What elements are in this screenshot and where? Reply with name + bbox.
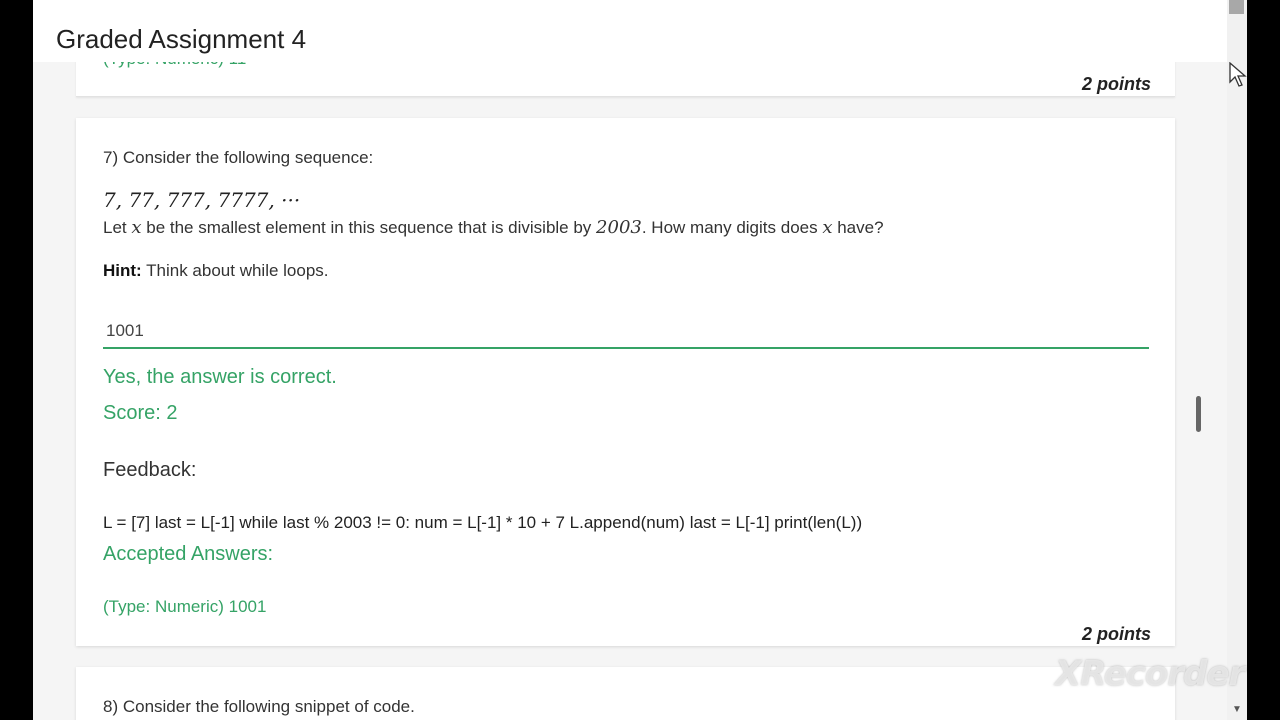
hint-label: Hint: — [103, 261, 142, 280]
left-letterbox — [0, 0, 33, 720]
right-letterbox — [1247, 0, 1280, 720]
divisor-value: 2003 — [596, 217, 642, 238]
page-scrollbar[interactable]: ▼ — [1227, 0, 1247, 720]
answer-value: 1001 — [106, 321, 144, 340]
page-header: Graded Assignment 4 — [33, 0, 1227, 62]
previous-points-label: 2 points — [1081, 74, 1151, 94]
page-scrollbar-thumb[interactable] — [1229, 0, 1244, 14]
variable-x: x — [822, 217, 833, 238]
answer-input[interactable]: 1001 — [103, 314, 1149, 349]
feedback-heading: Feedback: — [103, 459, 197, 481]
feedback-code: L = [7] last = L[-1] while last % 2003 !… — [103, 513, 863, 532]
question-statement: Let x be the smallest element in this se… — [103, 217, 884, 238]
inner-scrollbar-thumb[interactable] — [1196, 396, 1201, 432]
question-7-card: 7) Consider the following sequence: 7, 7… — [76, 118, 1175, 646]
question-title: 8) Consider the following snippet of cod… — [103, 697, 415, 716]
scroll-down-arrow-icon[interactable]: ▼ — [1232, 704, 1242, 715]
variable-x: x — [131, 217, 142, 238]
mouse-pointer-icon — [1229, 61, 1247, 93]
result-message: Yes, the answer is correct. — [103, 366, 337, 388]
page-title: Graded Assignment 4 — [56, 24, 307, 54]
score-text: Score: 2 — [103, 402, 178, 424]
accepted-answer-value: (Type: Numeric) 1001 — [103, 597, 267, 616]
recorder-watermark: XRecorder — [1055, 654, 1245, 694]
question-8-card: 8) Consider the following snippet of cod… — [76, 667, 1175, 720]
accepted-answers-heading: Accepted Answers: — [103, 543, 274, 565]
question-title: 7) Consider the following sequence: — [103, 148, 374, 167]
browser-viewport: (Type: Numeric) 11 2 points Graded Assig… — [33, 0, 1247, 720]
points-label: 2 points — [1081, 624, 1151, 644]
sequence-expression: 7, 77, 777, 7777, ··· — [103, 188, 301, 212]
hint-text: Hint: Think about while loops. — [103, 261, 329, 280]
